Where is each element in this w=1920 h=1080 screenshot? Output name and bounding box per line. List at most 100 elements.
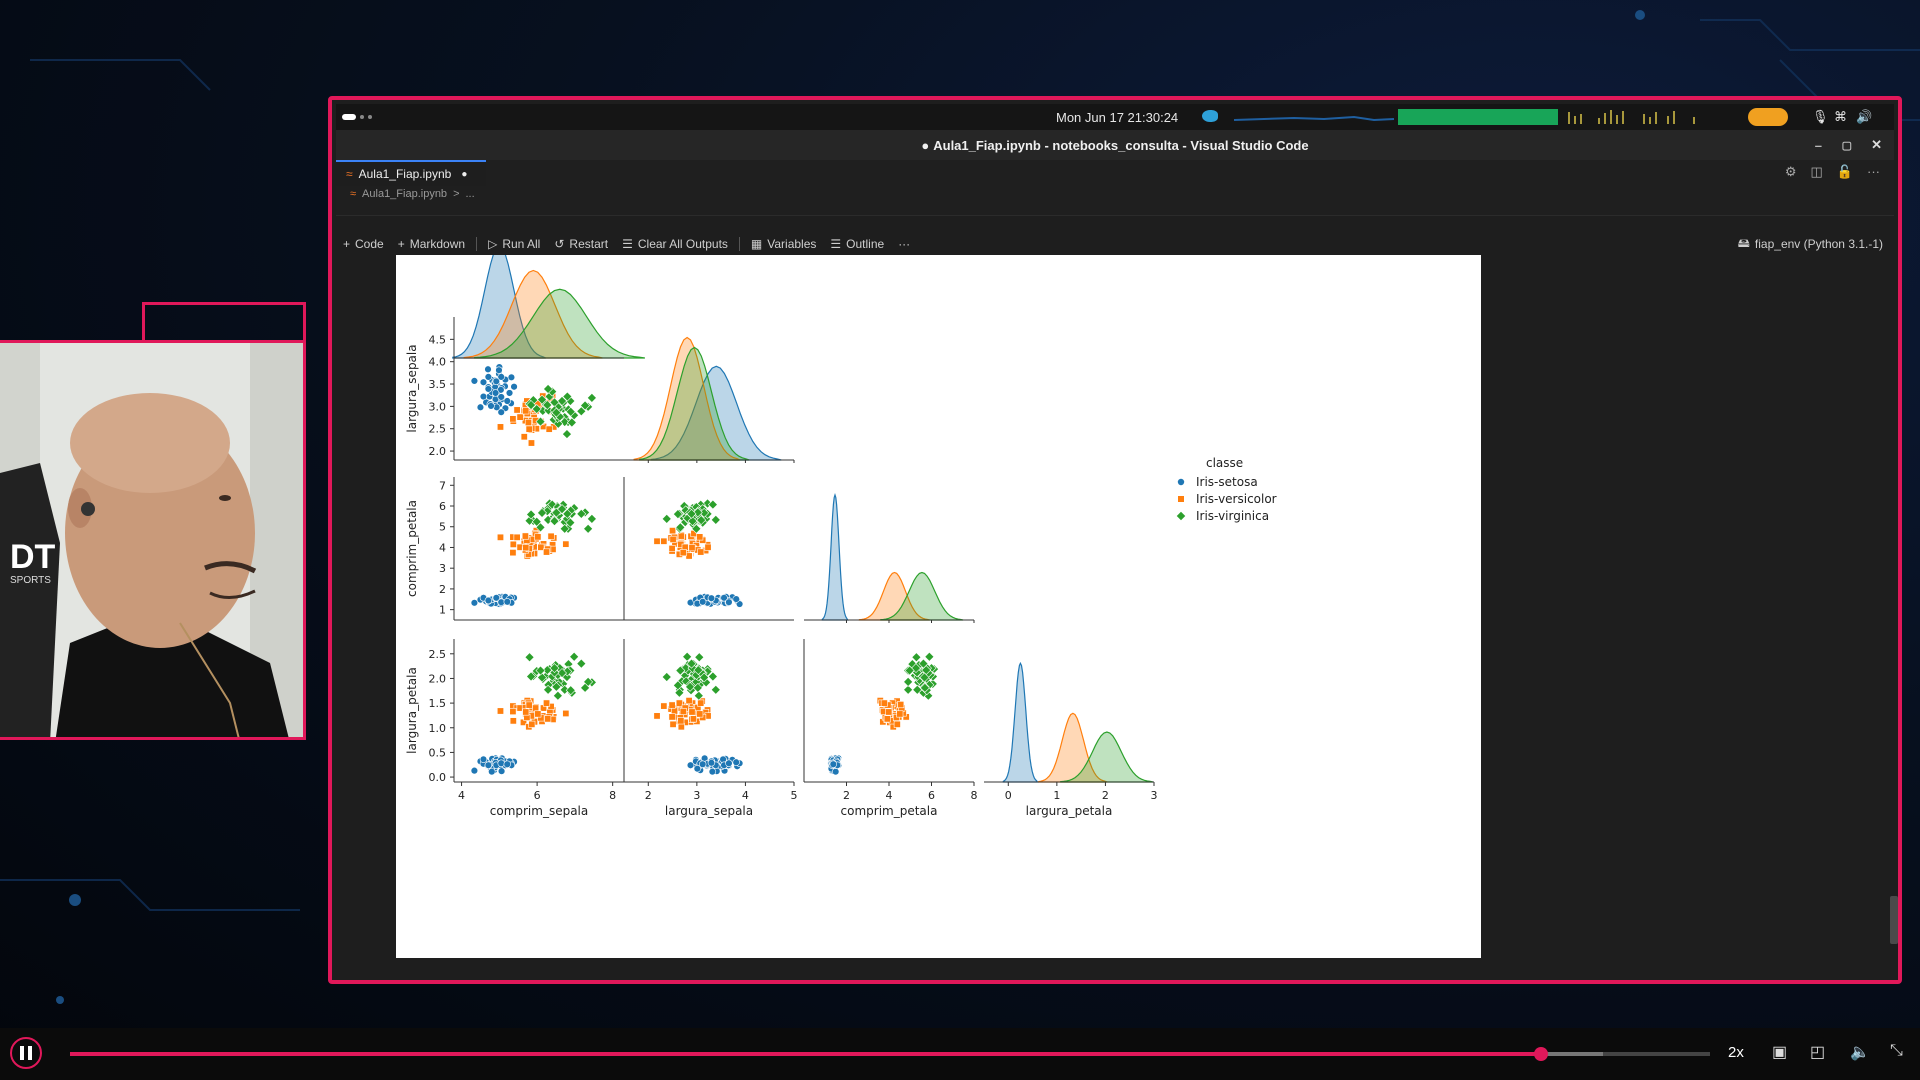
point-setosa xyxy=(479,392,488,401)
x-tick-label: 8 xyxy=(609,789,616,802)
restart-icon: ↺ xyxy=(554,237,565,251)
y-axis-label: comprim_petala xyxy=(405,500,419,597)
legend-marker-versicolor xyxy=(1178,496,1184,502)
point-setosa xyxy=(479,755,488,764)
split-editor-icon[interactable]: ◫ xyxy=(1811,164,1823,180)
maximize-icon[interactable]: ▢ xyxy=(1842,139,1852,152)
point-versicolor xyxy=(668,713,676,721)
volume-icon[interactable]: 🔈 xyxy=(1850,1042,1870,1062)
y-tick-label: 2.0 xyxy=(429,672,447,685)
close-icon[interactable]: ✕ xyxy=(1871,137,1882,153)
variables-button[interactable]: ▦ Variables xyxy=(744,237,823,251)
run-all-button[interactable]: ▷ Run All xyxy=(481,237,547,251)
point-versicolor xyxy=(697,699,705,707)
system-clock[interactable]: Mon Jun 17 21:30:24 xyxy=(1056,110,1178,125)
point-setosa xyxy=(707,594,716,602)
point-setosa xyxy=(707,759,716,767)
y-tick-label: 1.0 xyxy=(429,722,447,735)
point-versicolor xyxy=(669,527,677,535)
point-setosa xyxy=(484,385,493,393)
breadcrumb-separator: > xyxy=(453,188,460,200)
seek-handle[interactable] xyxy=(1534,1047,1549,1061)
point-setosa xyxy=(507,373,516,382)
point-versicolor xyxy=(668,544,676,552)
add-markdown-button[interactable]: + Markdown xyxy=(391,237,472,251)
point-versicolor xyxy=(562,709,570,717)
toolbar-divider xyxy=(476,237,478,251)
tab-notebook[interactable]: ≈ Aula1_Fiap.ipynb ● xyxy=(336,160,486,186)
network-icon[interactable]: ⌘ xyxy=(1834,109,1847,125)
x-tick-label: 4 xyxy=(886,789,893,802)
point-setosa xyxy=(488,767,496,776)
point-setosa xyxy=(708,767,717,776)
run-all-label: Run All xyxy=(502,237,541,251)
point-setosa xyxy=(484,365,492,373)
point-versicolor xyxy=(893,720,901,728)
kernel-picker[interactable]: 🖴 fiap_env (Python 3.1.-1) xyxy=(1731,234,1890,255)
point-virginica xyxy=(903,676,914,687)
video-player-controls: 2x ▣ ◰ 🔈 ⤡ xyxy=(0,1028,1920,1080)
lock-icon[interactable]: 🔓 xyxy=(1837,164,1853,180)
add-code-button[interactable]: + Code xyxy=(336,237,391,251)
editor-scrollbar[interactable] xyxy=(1890,896,1898,944)
point-versicolor xyxy=(669,720,677,728)
breadcrumb-more[interactable]: ... xyxy=(466,188,475,200)
point-setosa xyxy=(725,598,733,606)
point-versicolor xyxy=(689,715,697,723)
legend-label: Iris-setosa xyxy=(1196,475,1258,489)
clear-outputs-button[interactable]: ☰ Clear All Outputs xyxy=(615,237,735,251)
run-icon: ▷ xyxy=(488,237,498,251)
recording-indicator[interactable] xyxy=(1748,108,1788,126)
point-versicolor xyxy=(522,544,530,552)
point-versicolor xyxy=(522,407,530,415)
x-tick-label: 3 xyxy=(1151,789,1158,802)
y-tick-label: 4.0 xyxy=(429,356,447,369)
y-tick-label: 4.5 xyxy=(429,333,447,346)
tab-modified-dot[interactable]: ● xyxy=(461,169,467,180)
audio-visualizer-widget xyxy=(1234,109,1695,125)
outline-button[interactable]: ☰ Outline xyxy=(823,237,891,251)
y-tick-label: 0.5 xyxy=(429,746,447,759)
x-tick-label: 4 xyxy=(742,789,749,802)
point-setosa xyxy=(503,397,511,405)
point-setosa xyxy=(487,402,495,410)
point-setosa xyxy=(484,373,493,381)
y-tick-label: 1 xyxy=(439,604,446,617)
breadcrumb: ≈ Aula1_Fiap.ipynb > ... xyxy=(350,188,475,200)
x-tick-label: 3 xyxy=(693,789,700,802)
y-tick-label: 5 xyxy=(439,521,446,534)
point-setosa xyxy=(470,766,479,775)
gear-icon[interactable]: ⚙ xyxy=(1785,164,1797,180)
pause-button[interactable] xyxy=(10,1037,42,1069)
restart-button[interactable]: ↺ Restart xyxy=(547,237,615,251)
y-tick-label: 3.0 xyxy=(429,400,447,413)
variables-label: Variables xyxy=(767,237,817,251)
window-title-bar: ● Aula1_Fiap.ipynb - notebooks_consulta … xyxy=(336,130,1894,160)
workspace-indicator[interactable] xyxy=(342,114,372,120)
point-versicolor xyxy=(513,406,521,414)
y-tick-label: 2.5 xyxy=(429,648,447,661)
unsaved-indicator: ● xyxy=(921,137,930,153)
point-versicolor xyxy=(528,720,536,728)
playback-speed-button[interactable]: 2x xyxy=(1728,1044,1744,1061)
add-code-label: Code xyxy=(355,237,384,251)
more-toolbar-button[interactable]: ··· xyxy=(891,237,917,251)
volume-icon[interactable]: 🔊 xyxy=(1856,109,1872,125)
fullscreen-exit-icon[interactable]: ⤡ xyxy=(1890,1042,1903,1060)
point-versicolor xyxy=(509,707,517,715)
microphone-icon[interactable]: 🎙 xyxy=(1812,109,1829,125)
x-axis-label: comprim_petala xyxy=(841,804,938,818)
y-tick-label: 0.0 xyxy=(429,771,447,784)
point-versicolor xyxy=(704,543,712,551)
notebook-toolbar: + Code + Markdown ▷ Run All ↺ Restart ☰ Clear… xyxy=(336,230,1894,258)
app-tray-icon[interactable] xyxy=(1202,110,1218,122)
breadcrumb-file[interactable]: Aula1_Fiap.ipynb xyxy=(362,188,447,200)
subtitles-icon[interactable]: ▣ xyxy=(1772,1042,1787,1062)
point-versicolor xyxy=(668,701,676,709)
more-actions-icon[interactable]: ··· xyxy=(1867,164,1880,180)
minimize-icon[interactable]: – xyxy=(1815,138,1822,153)
toolbar-divider xyxy=(738,237,740,251)
point-versicolor xyxy=(521,532,529,540)
picture-in-picture-icon[interactable]: ◰ xyxy=(1810,1042,1825,1062)
seek-bar[interactable] xyxy=(70,1047,1710,1061)
